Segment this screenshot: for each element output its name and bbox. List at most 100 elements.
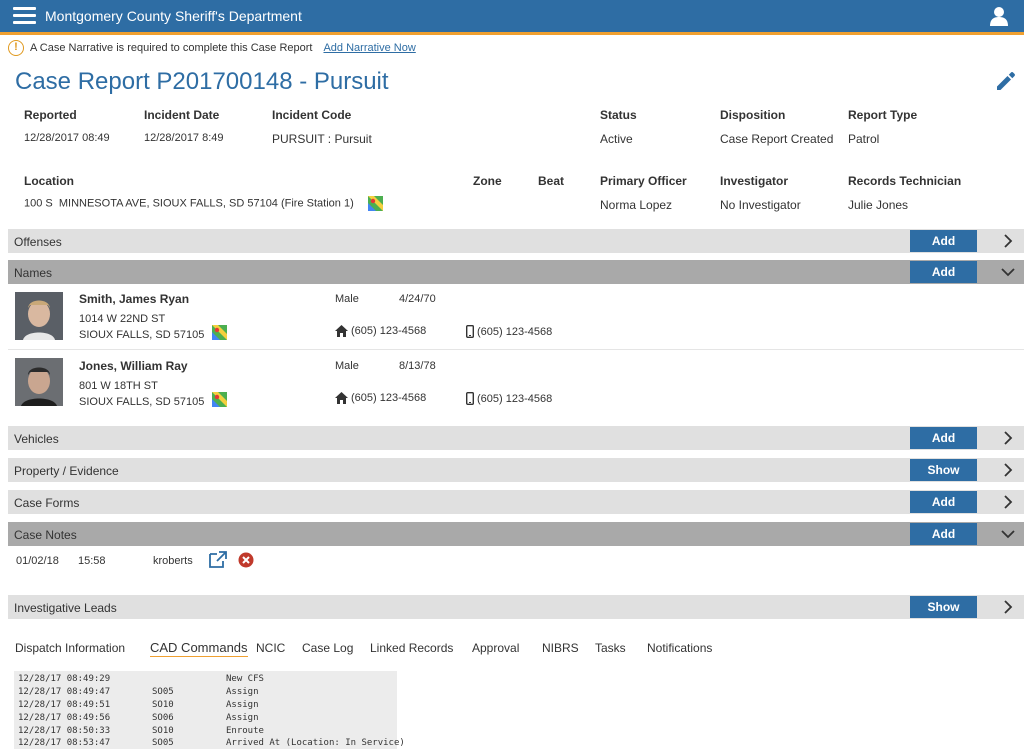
section-title: Vehicles bbox=[14, 432, 59, 446]
incident-date-value: 12/28/2017 8:49 bbox=[144, 132, 224, 144]
add-case-note-button[interactable]: Add bbox=[910, 523, 977, 545]
report-type-label: Report Type bbox=[848, 108, 918, 122]
app-title: Montgomery County Sheriff's Department bbox=[45, 8, 302, 24]
mobile-phone-value: (605) 123-4568 bbox=[477, 392, 553, 405]
primary-officer-value: Norma Lopez bbox=[600, 198, 673, 212]
tab-approval[interactable]: Approval bbox=[472, 641, 519, 655]
map-icon[interactable] bbox=[212, 325, 227, 340]
section-investigative-leads[interactable]: Investigative Leads Show bbox=[8, 595, 1024, 619]
investigator-field: Investigator No Investigator bbox=[720, 174, 801, 212]
log-time: 12/28/17 08:50:33 bbox=[18, 726, 111, 736]
beat-label: Beat bbox=[538, 174, 565, 188]
menu-icon[interactable] bbox=[13, 7, 36, 25]
log-time: 12/28/17 08:49:29 bbox=[18, 674, 111, 684]
log-unit: SO06 bbox=[152, 713, 174, 723]
chevron-right-icon[interactable] bbox=[1001, 463, 1015, 477]
person-name[interactable]: Smith, James Ryan bbox=[79, 292, 189, 306]
log-action: Arrived At (Location: In Service) bbox=[226, 738, 405, 748]
show-leads-button[interactable]: Show bbox=[910, 596, 977, 618]
home-icon bbox=[335, 392, 348, 404]
cad-command-log: 12/28/17 08:49:29 New CFS 12/28/17 08:49… bbox=[14, 671, 405, 749]
chevron-down-icon[interactable] bbox=[1001, 527, 1015, 541]
disposition-value: Case Report Created bbox=[720, 132, 834, 146]
mugshot-photo[interactable] bbox=[15, 358, 63, 406]
person-address-line1: 1014 W 22ND ST bbox=[79, 313, 166, 325]
section-case-forms[interactable]: Case Forms Add bbox=[8, 490, 1024, 514]
person-address-line2: SIOUX FALLS, SD 57105 bbox=[79, 329, 205, 341]
investigator-value: No Investigator bbox=[720, 198, 801, 212]
zone-label: Zone bbox=[473, 174, 502, 188]
chevron-right-icon[interactable] bbox=[1001, 431, 1015, 445]
tab-notifications[interactable]: Notifications bbox=[647, 641, 712, 655]
log-action: Assign bbox=[226, 713, 259, 723]
add-narrative-link[interactable]: Add Narrative Now bbox=[323, 42, 415, 54]
list-item[interactable]: Jones, William Ray 801 W 18TH ST SIOUX F… bbox=[8, 349, 1024, 415]
note-date: 01/02/18 bbox=[16, 555, 59, 567]
section-case-notes[interactable]: Case Notes Add bbox=[8, 522, 1024, 546]
log-action: Enroute bbox=[226, 726, 264, 736]
open-external-icon[interactable] bbox=[208, 551, 227, 568]
delete-icon[interactable] bbox=[238, 552, 254, 568]
incident-date-field: Incident Date 12/28/2017 8:49 bbox=[144, 108, 224, 144]
incident-code-label: Incident Code bbox=[272, 108, 352, 122]
section-offenses[interactable]: Offenses Add bbox=[8, 229, 1024, 253]
disposition-label: Disposition bbox=[720, 108, 786, 122]
section-property-evidence[interactable]: Property / Evidence Show bbox=[8, 458, 1024, 482]
person-dob: 4/24/70 bbox=[399, 293, 436, 305]
page-title: Case Report P201700148 - Pursuit bbox=[15, 68, 389, 95]
incident-date-label: Incident Date bbox=[144, 108, 220, 122]
header-accent-line bbox=[0, 32, 1024, 35]
add-offense-button[interactable]: Add bbox=[910, 230, 977, 252]
tab-cad-commands[interactable]: CAD Commands bbox=[150, 640, 248, 657]
person-dob: 8/13/78 bbox=[399, 360, 436, 372]
map-icon[interactable] bbox=[367, 196, 383, 211]
mobile-phone-value: (605) 123-4568 bbox=[477, 325, 553, 338]
show-property-button[interactable]: Show bbox=[910, 459, 977, 481]
section-names[interactable]: Names Add bbox=[8, 260, 1024, 284]
edit-pencil-icon[interactable] bbox=[994, 69, 1018, 93]
tab-tasks[interactable]: Tasks bbox=[595, 641, 626, 655]
section-title: Names bbox=[14, 266, 53, 280]
person-address-line1: 801 W 18TH ST bbox=[79, 380, 158, 392]
warning-icon: ! bbox=[8, 40, 24, 56]
chevron-right-icon[interactable] bbox=[1001, 234, 1015, 248]
person-address-line2: SIOUX FALLS, SD 57105 bbox=[79, 396, 205, 408]
log-time: 12/28/17 08:53:47 bbox=[18, 738, 111, 748]
chevron-right-icon[interactable] bbox=[1001, 495, 1015, 509]
tab-linked-records[interactable]: Linked Records bbox=[370, 641, 453, 655]
incident-code-field: Incident Code PURSUIT : Pursuit bbox=[272, 108, 372, 146]
mobile-phone: (605) 123-4568 bbox=[466, 392, 552, 405]
section-title: Case Forms bbox=[14, 496, 80, 510]
records-technician-field: Records Technician Julie Jones bbox=[848, 174, 961, 212]
user-icon[interactable] bbox=[988, 5, 1010, 27]
location-row: 100 S MINNESOTA AVE, SIOUX FALLS, SD 571… bbox=[24, 196, 383, 211]
tab-dispatch-information[interactable]: Dispatch Information bbox=[15, 641, 125, 655]
add-case-form-button[interactable]: Add bbox=[910, 491, 977, 513]
mugshot-photo[interactable] bbox=[15, 292, 63, 340]
home-phone: (605) 123-4568 bbox=[335, 392, 426, 404]
reported-value: 12/28/2017 08:49 bbox=[24, 132, 110, 144]
status-field: Status Active bbox=[600, 108, 637, 146]
add-vehicle-button[interactable]: Add bbox=[910, 427, 977, 449]
log-action: New CFS bbox=[226, 674, 264, 684]
person-name[interactable]: Jones, William Ray bbox=[79, 359, 188, 373]
log-time: 12/28/17 08:49:56 bbox=[18, 713, 111, 723]
chevron-down-icon[interactable] bbox=[1001, 265, 1015, 279]
primary-officer-field: Primary Officer Norma Lopez bbox=[600, 174, 687, 212]
tab-nibrs[interactable]: NIBRS bbox=[542, 641, 579, 655]
section-title: Property / Evidence bbox=[14, 464, 119, 478]
log-time: 12/28/17 08:49:47 bbox=[18, 687, 111, 697]
add-name-button[interactable]: Add bbox=[910, 261, 977, 283]
tab-case-log[interactable]: Case Log bbox=[302, 641, 353, 655]
log-time: 12/28/17 08:49:51 bbox=[18, 700, 111, 710]
section-vehicles[interactable]: Vehicles Add bbox=[8, 426, 1024, 450]
disposition-field: Disposition Case Report Created bbox=[720, 108, 833, 146]
investigator-label: Investigator bbox=[720, 174, 789, 188]
map-icon[interactable] bbox=[212, 392, 227, 407]
tab-ncic[interactable]: NCIC bbox=[256, 641, 285, 655]
reported-label: Reported bbox=[24, 108, 77, 122]
top-bar: Montgomery County Sheriff's Department bbox=[0, 0, 1024, 35]
home-icon bbox=[335, 325, 348, 337]
list-item[interactable]: Smith, James Ryan 1014 W 22ND ST SIOUX F… bbox=[8, 285, 1024, 351]
chevron-right-icon[interactable] bbox=[1001, 600, 1015, 614]
